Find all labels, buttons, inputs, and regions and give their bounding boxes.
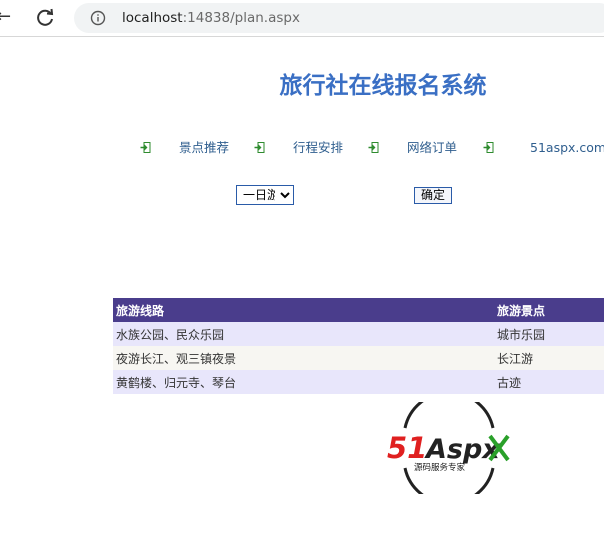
logo-text-51: 51 [387,431,427,465]
route-cell: 夜游长江、观三镇夜景 [113,346,494,370]
51aspx-logo[interactable]: 51 Aspx 源码服务专家 [386,402,512,494]
page-title: 旅行社在线报名系统 [279,73,487,99]
tour-type-select[interactable]: 一日游 [236,185,294,205]
nav-link-attractions[interactable]: 景点推荐 [179,140,229,156]
attraction-cell: 长江游 [494,346,604,370]
nav-link-online-order[interactable]: 网络订单 [407,140,457,156]
column-header-route: 旅游线路 [113,298,494,322]
login-arrow-icon [140,142,151,153]
browser-toolbar: ← localhost:14838/plan.aspx [0,0,604,37]
logo-subtitle: 源码服务专家 [414,462,466,473]
url-path: :14838/plan.aspx [182,10,300,26]
login-arrow-icon [254,142,265,153]
nav-link-itinerary[interactable]: 行程安排 [293,140,343,156]
column-header-attraction: 旅游景点 [494,298,604,322]
address-bar[interactable]: localhost:14838/plan.aspx [74,3,604,33]
route-table: 旅游线路 旅游景点 水族公园、民众乐园 城市乐园 夜游长江、观三镇夜景 长江游 … [113,298,604,394]
table-row: 黄鹤楼、归元寺、琴台 古迹 [113,370,604,394]
url-host: localhost [122,10,183,26]
login-arrow-icon [483,142,494,153]
main-nav: 景点推荐 行程安排 网络订单 51aspx.com [0,140,604,158]
login-arrow-icon [368,142,379,153]
url-text[interactable]: localhost:14838/plan.aspx [122,9,300,27]
info-icon[interactable] [90,10,106,26]
route-cell: 黄鹤楼、归元寺、琴台 [113,370,494,394]
route-cell: 水族公园、民众乐园 [113,322,494,346]
table-row: 水族公园、民众乐园 城市乐园 [113,322,604,346]
nav-link-51aspx[interactable]: 51aspx.com [530,140,604,156]
table-row: 夜游长江、观三镇夜景 长江游 [113,346,604,370]
attraction-cell: 古迹 [494,370,604,394]
attraction-cell: 城市乐园 [494,322,604,346]
back-arrow-icon[interactable]: ← [0,8,11,26]
confirm-button[interactable]: 确定 [414,187,452,204]
table-header-row: 旅游线路 旅游景点 [113,298,604,322]
reload-icon[interactable] [34,7,56,29]
